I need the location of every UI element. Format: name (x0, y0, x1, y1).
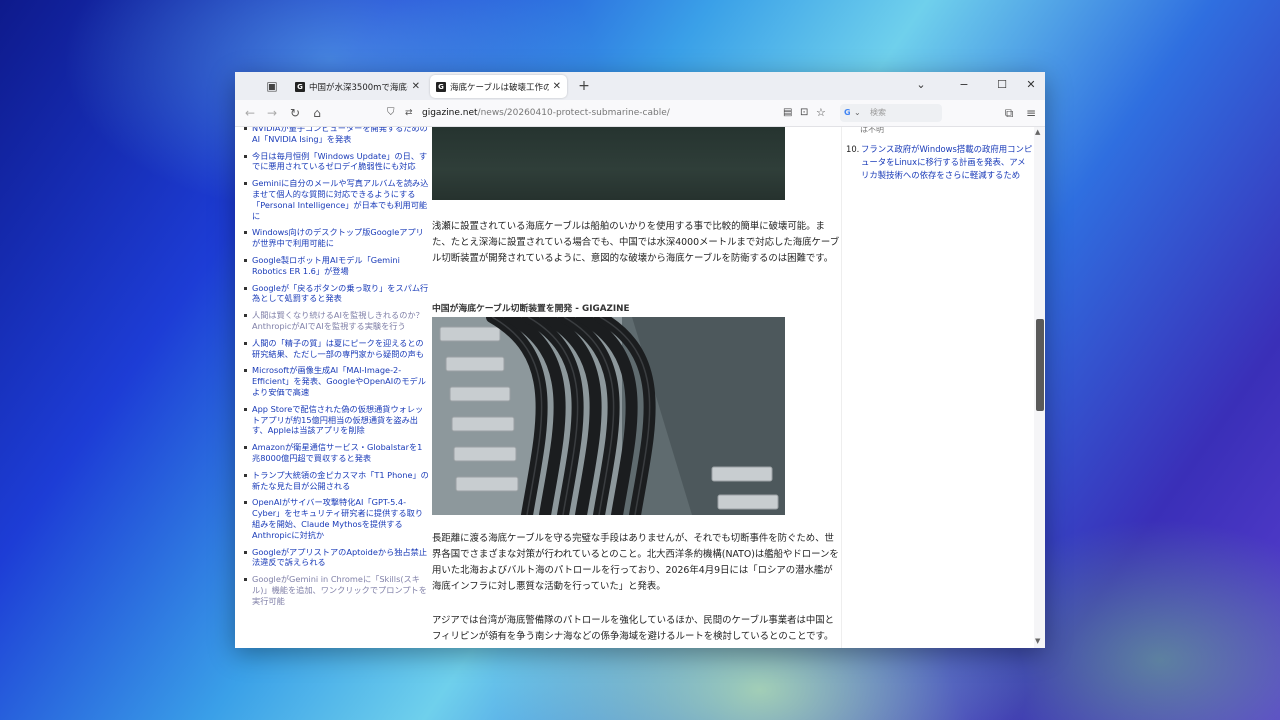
article-paragraph-3: アジアでは台湾が海底警備隊のパトロールを強化しているほか、民間のケーブル事業者は… (432, 615, 835, 642)
ranking-number: 10. (846, 144, 860, 154)
reload-icon[interactable]: ↻ (288, 106, 302, 120)
minimize-icon[interactable]: − (956, 78, 972, 91)
address-bar[interactable]: ⛉ ⇄ gigazine.net/news/20260410-protect-s… (385, 103, 830, 123)
reader-view-icon[interactable]: ▤ (783, 103, 792, 123)
list-item[interactable]: Googleが「戻るボタンの乗っ取り」をスパム行為として処罰すると発表 (243, 283, 429, 305)
window-close-icon[interactable]: ✕ (1023, 78, 1039, 91)
ranking-column: は不明 10. フランス政府がWindows搭載の政府用コンピュータをLinux… (841, 127, 1040, 648)
list-item[interactable]: OpenAIがサイバー攻撃特化AI「GPT-5.4-Cyber」をセキュリティ研… (243, 497, 429, 540)
home-icon[interactable]: ⌂ (310, 106, 324, 120)
chevron-down-icon[interactable]: ⌄ (854, 104, 861, 122)
tab-overflow-icon[interactable]: ⌄ (913, 78, 929, 91)
ranking-item-link[interactable]: フランス政府がWindows搭載の政府用コンピュータをLinuxに移行する計画を… (861, 143, 1033, 182)
new-tab-button[interactable]: + (577, 79, 591, 93)
related-article-link[interactable]: 中国が海底ケーブル切断装置を開発 - GIGAZINE (432, 301, 630, 314)
tab-bar: ▣ G 中国が水深3500mで海底ケーブル切断できる装置を開発 ✕ G 海底ケー… (235, 72, 1045, 100)
tab-2[interactable]: G 海底ケーブルは破壊工作の脅威にさらされている ✕ (430, 75, 567, 98)
list-item[interactable]: Google製ロボット用AIモデル「Gemini Robotics ER 1.6… (243, 255, 429, 277)
menu-icon[interactable]: ≡ (1024, 106, 1038, 120)
close-icon[interactable]: ✕ (412, 81, 420, 92)
url-path: /news/20260410-protect-submarine-cable/ (477, 108, 670, 118)
back-arrow-icon[interactable]: ← (243, 106, 257, 120)
maximize-icon[interactable]: ☐ (994, 78, 1010, 91)
list-item[interactable]: GoogleがアプリストアのAptoideから独占禁止法違反で訴えられる (243, 547, 429, 569)
browser-window: ▣ G 中国が水深3500mで海底ケーブル切断できる装置を開発 ✕ G 海底ケー… (235, 72, 1045, 648)
gigazine-favicon-icon: G (436, 81, 446, 92)
close-icon[interactable]: ✕ (553, 81, 561, 92)
search-placeholder: 検索 (870, 108, 886, 117)
ranking-prev-text: は不明 (860, 127, 884, 134)
tab-list-icon[interactable]: ▣ (265, 79, 279, 93)
list-item[interactable]: 人間は賢くなり続けるAIを監視しきれるのか？AnthropicがAIでAIを監視… (243, 310, 429, 332)
list-item[interactable]: GoogleがGemini in Chromeに「Skills(スキル)」機能を… (243, 574, 429, 606)
list-item[interactable]: トランプ大統領の金ピカスマホ「T1 Phone」の新たな見た目が公開される (243, 470, 429, 492)
forward-arrow-icon[interactable]: → (265, 106, 279, 120)
list-item[interactable]: 今日は毎月恒例「Windows Update」の日、すでに悪用されているゼロデイ… (243, 151, 429, 173)
scroll-up-icon[interactable]: ▲ (1035, 128, 1040, 136)
list-item[interactable]: App Storeで配信された偽の仮想通貨ウォレットアプリが約15億円相当の仮想… (243, 404, 429, 436)
site-info-icon[interactable]: ⇄ (405, 103, 413, 123)
tab-1[interactable]: G 中国が水深3500mで海底ケーブル切断できる装置を開発 ✕ (289, 75, 426, 98)
list-item[interactable]: Geminiに自分のメールや写真アルバムを読み込ませて個人的な質問に対応できるよ… (243, 178, 429, 221)
page-scrollbar[interactable]: ▲ ▼ (1034, 127, 1045, 648)
article-paragraph-1: 浅瀬に設置されている海底ケーブルは船舶のいかりを使用する事で比較的簡単に破壊可能… (432, 221, 840, 264)
list-item[interactable]: Windows向けのデスクトップ版Googleアプリが世界中で利用可能に (243, 227, 429, 249)
bookmark-star-icon[interactable]: ☆ (816, 103, 826, 123)
gigazine-favicon-icon: G (295, 81, 305, 92)
screenshot-icon[interactable]: ⊡ (800, 103, 808, 123)
tab-1-title: 中国が水深3500mで海底ケーブル切断できる装置を開発 (309, 82, 408, 93)
article-paragraph-2: 長距離に渡る海底ケーブルを守る完璧な手段はありませんが、それでも切断事件を防ぐた… (432, 533, 839, 592)
url-host: gigazine.net (422, 108, 478, 118)
scroll-down-icon[interactable]: ▼ (1035, 637, 1040, 645)
extensions-icon[interactable]: ⧉ (1002, 106, 1016, 120)
list-item[interactable]: Amazonが衛星通信サービス・Globalstarを1兆8000億円超で買収す… (243, 442, 429, 464)
scroll-thumb[interactable] (1036, 319, 1044, 411)
page-content: NVIDIAが量子コンピューターを開発するためのAI「NVIDIA Ising」… (235, 127, 1045, 648)
tab-2-title: 海底ケーブルは破壊工作の脅威にさらされている (450, 82, 549, 93)
list-item[interactable]: 人間の「精子の質」は夏にピークを迎えるとの研究結果、ただし一部の専門家から疑問の… (243, 338, 429, 360)
nav-bar: ← → ↻ ⌂ ⛉ ⇄ gigazine.net/news/20260410-p… (235, 100, 1045, 127)
search-box[interactable]: G ⌄ 検索 (840, 104, 942, 122)
shield-icon[interactable]: ⛉ (387, 103, 395, 123)
submarine-cable-photo (432, 317, 785, 515)
search-engine-icon: G (844, 108, 851, 117)
article-image-top (432, 127, 785, 200)
list-item[interactable]: Microsoftが画像生成AI「MAI-Image-2-Efficient」を… (243, 365, 429, 397)
article-body: 浅瀬に設置されている海底ケーブルは船舶のいかりを使用する事で比較的簡単に破壊可能… (431, 127, 841, 648)
list-item[interactable]: NVIDIAが量子コンピューターを開発するためのAI「NVIDIA Ising」… (243, 127, 429, 145)
sidebar-news-list: NVIDIAが量子コンピューターを開発するためのAI「NVIDIA Ising」… (243, 127, 429, 612)
